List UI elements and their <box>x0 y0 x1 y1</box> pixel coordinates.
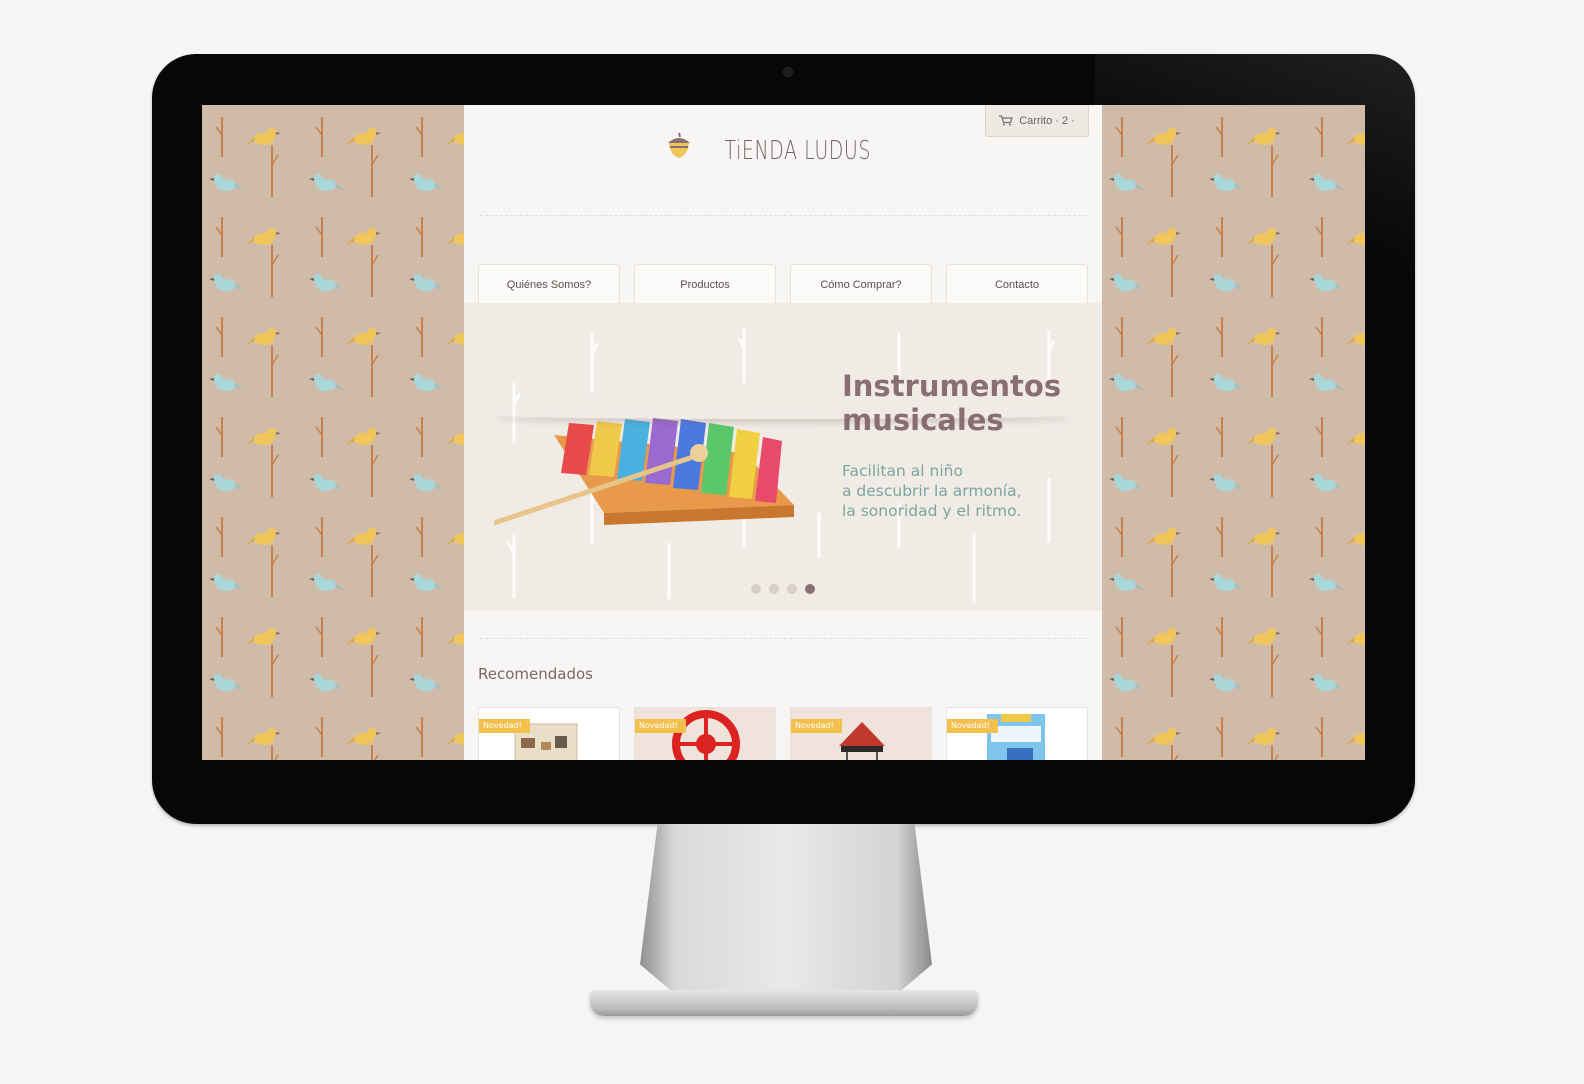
slide-description-line-3: la sonoridad y el ritmo. <box>842 502 1022 520</box>
product-image-2 <box>672 710 740 760</box>
bird-pattern-right <box>1102 105 1365 760</box>
product-image-4 <box>987 714 1045 760</box>
bird-pattern-left <box>202 105 464 760</box>
slide-title-line-2: musicales <box>842 403 1004 437</box>
product-card-3[interactable]: Novedad! <box>790 707 932 760</box>
slider-dot-2[interactable] <box>769 584 779 594</box>
nav-item-quienes-somos[interactable]: Quiénes Somos? <box>478 264 620 304</box>
logo-text: TiENDA LUDUS <box>724 136 872 166</box>
new-badge: Novedad! <box>947 719 998 733</box>
main-nav: Quiénes Somos? Productos Cómo Comprar? C… <box>478 264 1090 304</box>
monitor-stand <box>640 824 932 1004</box>
logo[interactable]: TiENDA LUDUS <box>464 131 1102 166</box>
new-badge: Novedad! <box>635 719 686 733</box>
nav-item-productos[interactable]: Productos <box>634 264 776 304</box>
acorn-icon <box>667 132 690 158</box>
slide-title-line-1: Instrumentos <box>842 369 1062 403</box>
slider-dot-4[interactable] <box>805 584 815 594</box>
monitor-stand-base <box>590 990 978 1016</box>
product-card-1[interactable]: Novedad! <box>478 707 620 760</box>
cart-label: Carrito · 2 · <box>1019 114 1075 127</box>
cart-icon <box>999 115 1014 126</box>
slide-title: Instrumentos musicales <box>842 369 1082 437</box>
slide-description: Facilitan al niño a descubrir la armonía… <box>842 461 1072 521</box>
slider-dots <box>751 584 815 594</box>
nav-item-como-comprar[interactable]: Cómo Comprar? <box>790 264 932 304</box>
hero-slider[interactable]: Instrumentos musicales Facilitan al niño… <box>464 303 1102 611</box>
new-badge: Novedad! <box>479 719 530 733</box>
store-page: Carrito · 2 · TiENDA LUDUS Quiénes Somos… <box>464 105 1102 760</box>
slide-description-line-1: Facilitan al niño <box>842 462 963 480</box>
product-card-4[interactable]: Novedad! <box>946 707 1088 760</box>
new-badge: Novedad! <box>791 719 842 733</box>
recommended-heading: Recomendados <box>478 665 593 683</box>
recommended-products: Novedad! Novedad! Novedad! Novedad! <box>478 707 1090 760</box>
webcam <box>783 67 793 77</box>
slider-dot-1[interactable] <box>751 584 761 594</box>
product-image-1 <box>514 723 578 760</box>
nav-item-contacto[interactable]: Contacto <box>946 264 1088 304</box>
header-divider <box>480 215 1086 216</box>
slider-dot-3[interactable] <box>787 584 797 594</box>
screen: Carrito · 2 · TiENDA LUDUS Quiénes Somos… <box>202 105 1365 760</box>
slide-description-line-2: a descubrir la armonía, <box>842 482 1022 500</box>
section-divider <box>480 638 1086 639</box>
product-image-3 <box>839 722 885 760</box>
slider-shadow <box>494 411 1072 419</box>
product-card-2[interactable]: Novedad! <box>634 707 776 760</box>
